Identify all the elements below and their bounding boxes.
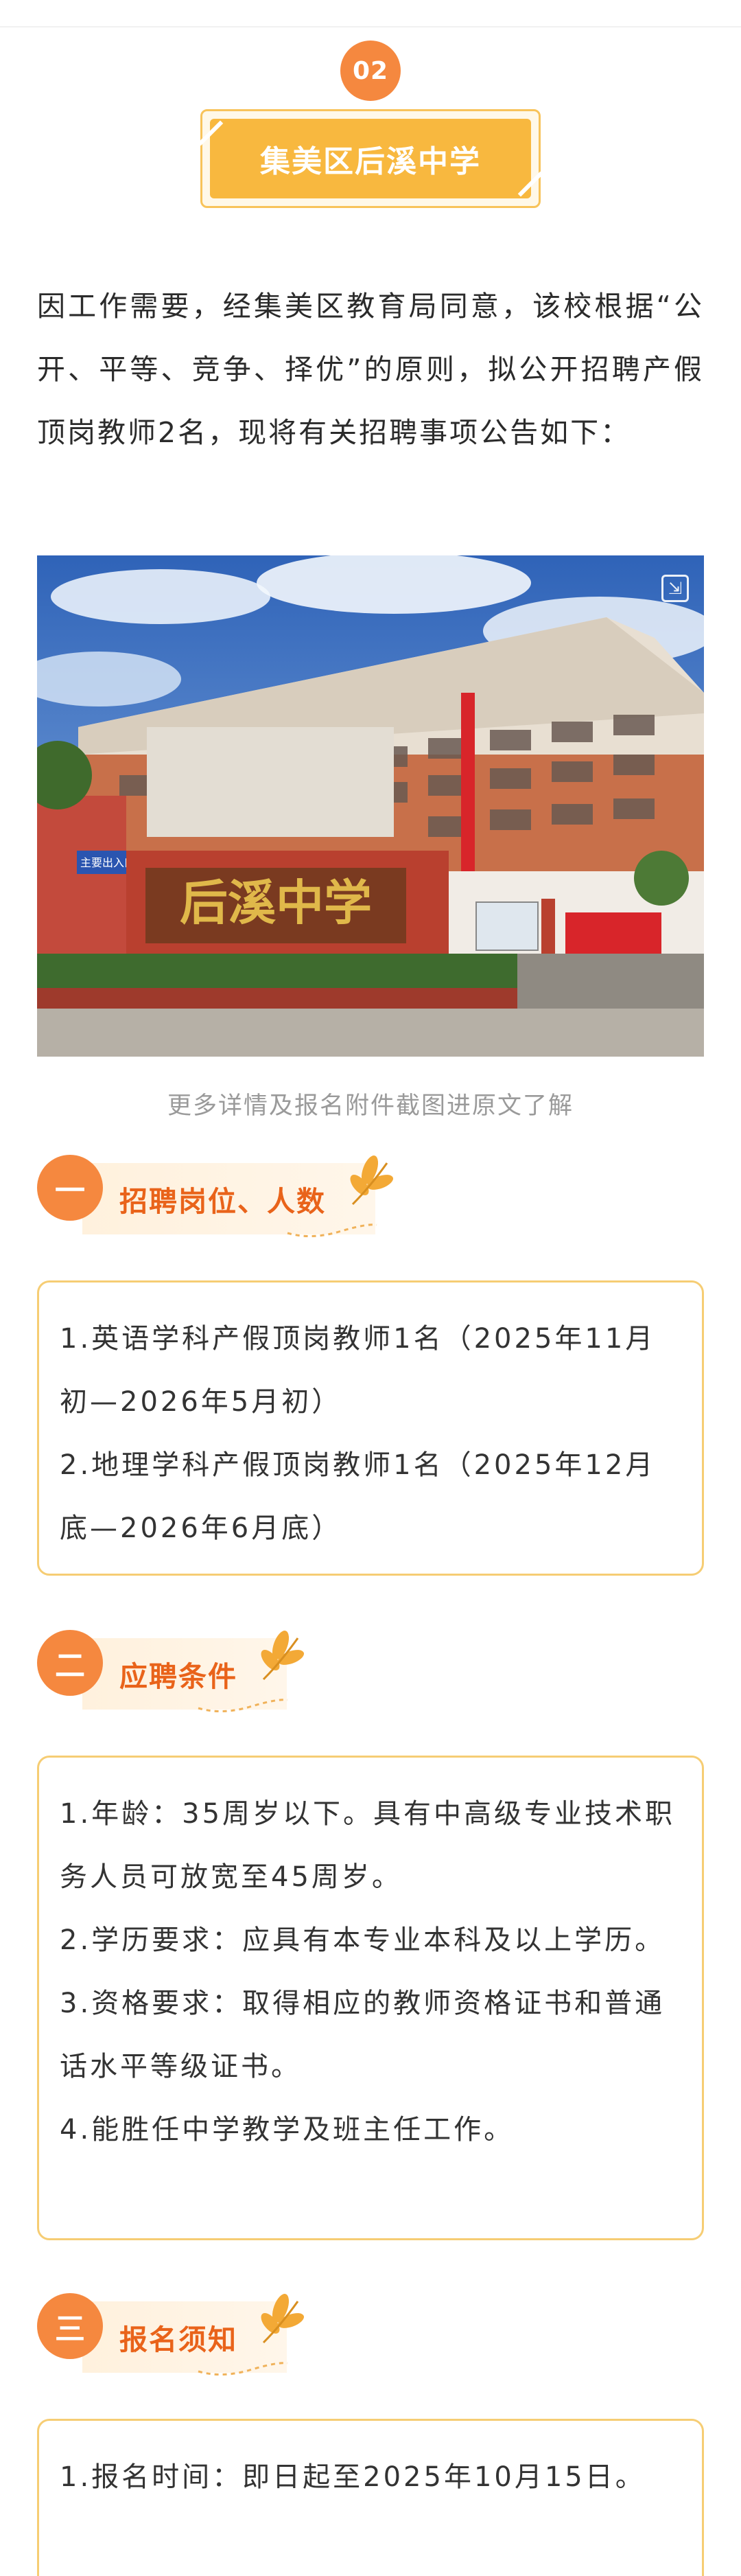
expand-icon[interactable]: ⇲ bbox=[661, 575, 689, 602]
leaf-decoration-icon bbox=[261, 1631, 305, 1681]
school-photo: 主要出入口 后溪中学 ⇲ bbox=[37, 555, 704, 1057]
section-header-registration: 报名须知 三 bbox=[37, 2293, 421, 2389]
content-box-requirements: 1.年龄：35周岁以下。具有中高级专业技术职务人员可放宽至45周岁。 2.学历要… bbox=[37, 1756, 704, 2240]
section-header-requirements: 应聘条件 二 bbox=[37, 1630, 421, 1726]
list-item: 1.报名时间：即日起至2025年10月15日。 bbox=[60, 2461, 646, 2493]
swirl-decoration-icon bbox=[198, 2362, 288, 2376]
section-number-circle: 一 bbox=[37, 1155, 103, 1221]
leaf-decoration-icon bbox=[261, 2294, 305, 2344]
section-header-recruitment: 招聘岗位、人数 一 bbox=[37, 1155, 421, 1251]
banner-title: 集美区后溪中学 bbox=[210, 119, 531, 198]
school-building-image: 主要出入口 后溪中学 bbox=[37, 555, 704, 1057]
school-name-sign: 后溪中学 bbox=[180, 874, 372, 931]
list-item: 2.学历要求：应具有本专业本科及以上学历。 bbox=[60, 1924, 666, 1956]
school-name-banner: 集美区后溪中学 bbox=[198, 109, 543, 208]
leaf-decoration-icon bbox=[350, 1155, 394, 1206]
list-item: 2.地理学科产假顶岗教师1名（2025年12月底—2026年6月底） bbox=[60, 1449, 656, 1544]
top-divider bbox=[0, 0, 741, 27]
intro-paragraph: 因工作需要，经集美区教育局同意，该校根据“公开、平等、竞争、择优”的原则，拟公开… bbox=[37, 290, 704, 449]
section-number-circle: 二 bbox=[37, 1630, 103, 1696]
list-item: 3.资格要求：取得相应的教师资格证书和普通话水平等级证书。 bbox=[60, 1988, 666, 2082]
list-item: 4.能胜任中学教学及班主任工作。 bbox=[60, 2114, 515, 2146]
list-item: 1.年龄：35周岁以下。具有中高级专业技术职务人员可放宽至45周岁。 bbox=[60, 1798, 676, 1893]
content-box-recruitment: 1.英语学科产假顶岗教师1名（2025年11月初—2026年5月初） 2.地理学… bbox=[37, 1280, 704, 1576]
swirl-decoration-icon bbox=[198, 1699, 288, 1713]
content-box-registration: 1.报名时间：即日起至2025年10月15日。 bbox=[37, 2419, 704, 2576]
list-item: 1.英语学科产假顶岗教师1名（2025年11月初—2026年5月初） bbox=[60, 1323, 656, 1418]
section-number-circle: 三 bbox=[37, 2293, 103, 2359]
swirl-decoration-icon bbox=[287, 1223, 377, 1238]
section-number-badge: 02 bbox=[340, 41, 401, 101]
photo-caption: 更多详情及报名附件截图进原文了解 bbox=[167, 1092, 574, 1120]
